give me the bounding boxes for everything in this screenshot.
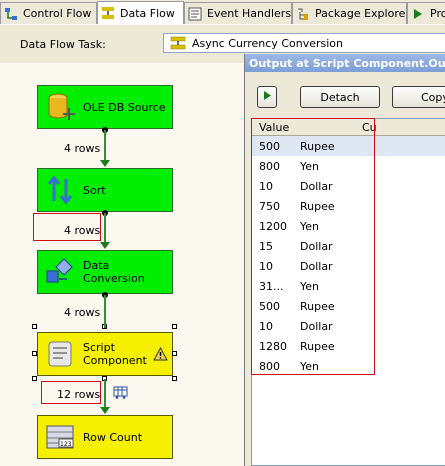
component-label: Sort bbox=[83, 183, 106, 197]
arrow-down-icon bbox=[100, 160, 110, 167]
component-label-line1: Data bbox=[83, 259, 110, 272]
selection-handle[interactable] bbox=[32, 324, 37, 329]
data-path-line[interactable] bbox=[104, 130, 106, 163]
script-icon bbox=[45, 339, 75, 369]
data-viewer-window: Output at Script Component.Output Detach… bbox=[244, 54, 445, 466]
data-flow-canvas[interactable]: OLE DB Source Sort Data Conversion Scrip… bbox=[0, 63, 244, 466]
selection-handle[interactable] bbox=[172, 324, 177, 329]
component-sort[interactable]: Sort bbox=[37, 168, 173, 212]
component-label: OLE DB Source bbox=[83, 100, 166, 114]
highlight-box bbox=[251, 118, 375, 375]
tab-label: Pro bbox=[430, 7, 445, 20]
warning-icon[interactable] bbox=[153, 346, 168, 364]
selection-handle[interactable] bbox=[32, 351, 37, 356]
data-path-row-count: 4 rows bbox=[64, 306, 101, 319]
component-label-line2: Component bbox=[83, 354, 147, 367]
data-flow-task-label: Data Flow Task: bbox=[20, 38, 106, 51]
progress-icon bbox=[411, 7, 425, 21]
component-row-count[interactable]: 123 Row Count bbox=[37, 415, 173, 459]
database-icon bbox=[45, 92, 75, 122]
component-label: Row Count bbox=[83, 430, 143, 444]
selection-handle[interactable] bbox=[32, 376, 37, 381]
component-script-component[interactable]: Script Component bbox=[37, 332, 173, 376]
tab-label: Package Explorer bbox=[315, 7, 407, 20]
sort-icon bbox=[45, 175, 75, 205]
tab-progress[interactable]: Pro bbox=[407, 2, 445, 24]
data-path-row-count: 4 rows bbox=[64, 142, 101, 155]
svg-text:123: 123 bbox=[60, 441, 72, 448]
data-flow-task-select[interactable]: Async Currency Conversion bbox=[163, 33, 445, 53]
package-explorer-icon bbox=[296, 7, 310, 21]
arrow-down-icon bbox=[100, 242, 110, 249]
data-path-line[interactable] bbox=[104, 295, 106, 328]
tab-event-handlers[interactable]: Event Handlers bbox=[184, 2, 292, 24]
data-conversion-icon bbox=[45, 257, 75, 287]
tab-label: Control Flow bbox=[23, 7, 92, 20]
copy-data-button[interactable]: Copy bbox=[392, 86, 445, 108]
play-icon bbox=[262, 90, 272, 104]
tab-label: Event Handlers bbox=[207, 7, 292, 20]
data-path-line[interactable] bbox=[104, 379, 106, 410]
row-count-icon: 123 bbox=[45, 422, 75, 452]
tab-label: Data Flow bbox=[120, 6, 175, 20]
data-path-row-count: 4 rows bbox=[64, 224, 101, 237]
data-viewer-icon[interactable] bbox=[113, 385, 128, 402]
data-path-line[interactable] bbox=[104, 213, 106, 245]
event-handlers-icon bbox=[188, 7, 202, 21]
data-path-row-count: 12 rows bbox=[57, 388, 101, 401]
data-flow-icon bbox=[101, 6, 115, 20]
component-label-line1: Script bbox=[83, 341, 115, 354]
tab-control-flow[interactable]: Control Flow bbox=[0, 2, 97, 24]
designer-tab-strip: Control Flow Data Flow Event Handlers Pa… bbox=[0, 0, 445, 24]
detach-button[interactable]: Detach bbox=[300, 86, 380, 108]
selection-handle[interactable] bbox=[172, 351, 177, 356]
data-flow-task-value: Async Currency Conversion bbox=[192, 36, 344, 50]
selection-handle[interactable] bbox=[172, 376, 177, 381]
continue-button[interactable] bbox=[257, 86, 277, 108]
component-ole-db-source[interactable]: OLE DB Source bbox=[37, 85, 173, 129]
component-label-line2: Conversion bbox=[83, 272, 145, 285]
component-data-conversion[interactable]: Data Conversion bbox=[37, 250, 173, 294]
data-viewer-title[interactable]: Output at Script Component.Output bbox=[245, 54, 445, 72]
arrow-down-icon bbox=[100, 407, 110, 414]
tab-data-flow[interactable]: Data Flow bbox=[97, 1, 184, 24]
data-flow-icon bbox=[170, 36, 186, 50]
control-flow-icon bbox=[4, 7, 18, 21]
tab-package-explorer[interactable]: Package Explorer bbox=[292, 2, 407, 24]
